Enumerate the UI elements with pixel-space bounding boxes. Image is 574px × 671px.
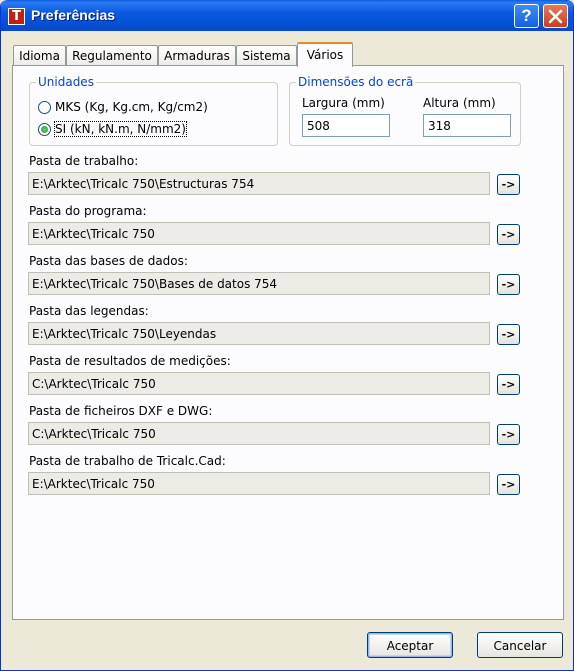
folder-path-legends[interactable]: E:\Arktec\Tricalc 750\Leyendas <box>28 322 490 345</box>
browse-work-button[interactable]: -> <box>497 174 520 195</box>
radio-si[interactable] <box>38 122 51 136</box>
folder-path-work[interactable]: E:\Arktec\Tricalc 750\Estructuras 754 <box>28 172 490 195</box>
tab-armaduras[interactable]: Armaduras <box>158 45 236 66</box>
folder-label-legends: Pasta das legendas: <box>29 304 149 318</box>
tab-idioma[interactable]: Idioma <box>13 45 66 66</box>
units-legend: Unidades <box>36 75 96 89</box>
window-title: Preferências <box>31 7 116 23</box>
folder-path-databases[interactable]: E:\Arktec\Tricalc 750\Bases de datos 754 <box>28 272 490 295</box>
help-icon: ? <box>521 6 532 25</box>
units-option-si[interactable]: SI (kN, kN.m, N/mm2) <box>38 121 187 137</box>
screen-dimensions-legend: Dimensões do ecrã <box>296 75 416 89</box>
preferences-dialog: T Preferências ? Idioma Regulamento Arma… <box>0 0 574 671</box>
help-button[interactable]: ? <box>514 4 539 28</box>
height-label: Altura (mm) <box>423 96 496 110</box>
folder-label-dxf: Pasta de ficheiros DXF e DWG: <box>29 404 213 418</box>
radio-mks-label: MKS (Kg, Kg.cm, Kg/cm2) <box>55 100 208 114</box>
radio-si-label: SI (kN, kN.m, N/mm2) <box>54 121 187 137</box>
folder-path-tricalc-cad[interactable]: E:\Arktec\Tricalc 750 <box>28 472 490 495</box>
browse-legends-button[interactable]: -> <box>497 324 520 345</box>
tab-regulamento[interactable]: Regulamento <box>66 45 158 66</box>
radio-mks[interactable] <box>38 100 51 114</box>
browse-databases-button[interactable]: -> <box>497 274 520 295</box>
folder-path-dxf[interactable]: C:\Arktec\Tricalc 750 <box>28 422 490 445</box>
tab-varios[interactable]: Vários <box>297 42 353 67</box>
browse-dxf-button[interactable]: -> <box>497 424 520 445</box>
screen-dimensions-group: Dimensões do ecrã Largura (mm) Altura (m… <box>289 75 521 146</box>
folder-path-measurements[interactable]: C:\Arktec\Tricalc 750 <box>28 372 490 395</box>
folder-label-measurements: Pasta de resultados de medições: <box>29 354 231 368</box>
tab-panel-varios: Unidades MKS (Kg, Kg.cm, Kg/cm2) SI (kN,… <box>12 65 564 620</box>
folder-label-databases: Pasta das bases de dados: <box>29 254 188 268</box>
title-bar[interactable]: T Preferências ? <box>1 0 573 31</box>
browse-tricalc-cad-button[interactable]: -> <box>497 474 520 495</box>
folder-label-tricalc-cad: Pasta de trabalho de Tricalc.Cad: <box>29 454 226 468</box>
units-group: Unidades MKS (Kg, Kg.cm, Kg/cm2) SI (kN,… <box>29 75 278 146</box>
close-icon <box>548 9 563 23</box>
units-option-mks[interactable]: MKS (Kg, Kg.cm, Kg/cm2) <box>38 100 208 114</box>
height-input[interactable]: 318 <box>423 114 511 137</box>
tab-sistema[interactable]: Sistema <box>236 45 297 66</box>
close-button[interactable] <box>543 4 568 28</box>
folder-label-work: Pasta de trabalho: <box>29 154 139 168</box>
width-label: Largura (mm) <box>302 96 385 110</box>
app-icon: T <box>8 8 25 25</box>
browse-measurements-button[interactable]: -> <box>497 374 520 395</box>
radio-selected-dot <box>41 125 48 133</box>
browse-program-button[interactable]: -> <box>497 224 520 245</box>
app-icon-letter: T <box>12 9 21 24</box>
folder-label-program: Pasta do programa: <box>29 204 147 218</box>
ok-button[interactable]: Aceptar <box>367 632 453 658</box>
folder-path-program[interactable]: E:\Arktec\Tricalc 750 <box>28 222 490 245</box>
width-input[interactable]: 508 <box>302 114 390 137</box>
cancel-button[interactable]: Cancelar <box>477 632 563 658</box>
